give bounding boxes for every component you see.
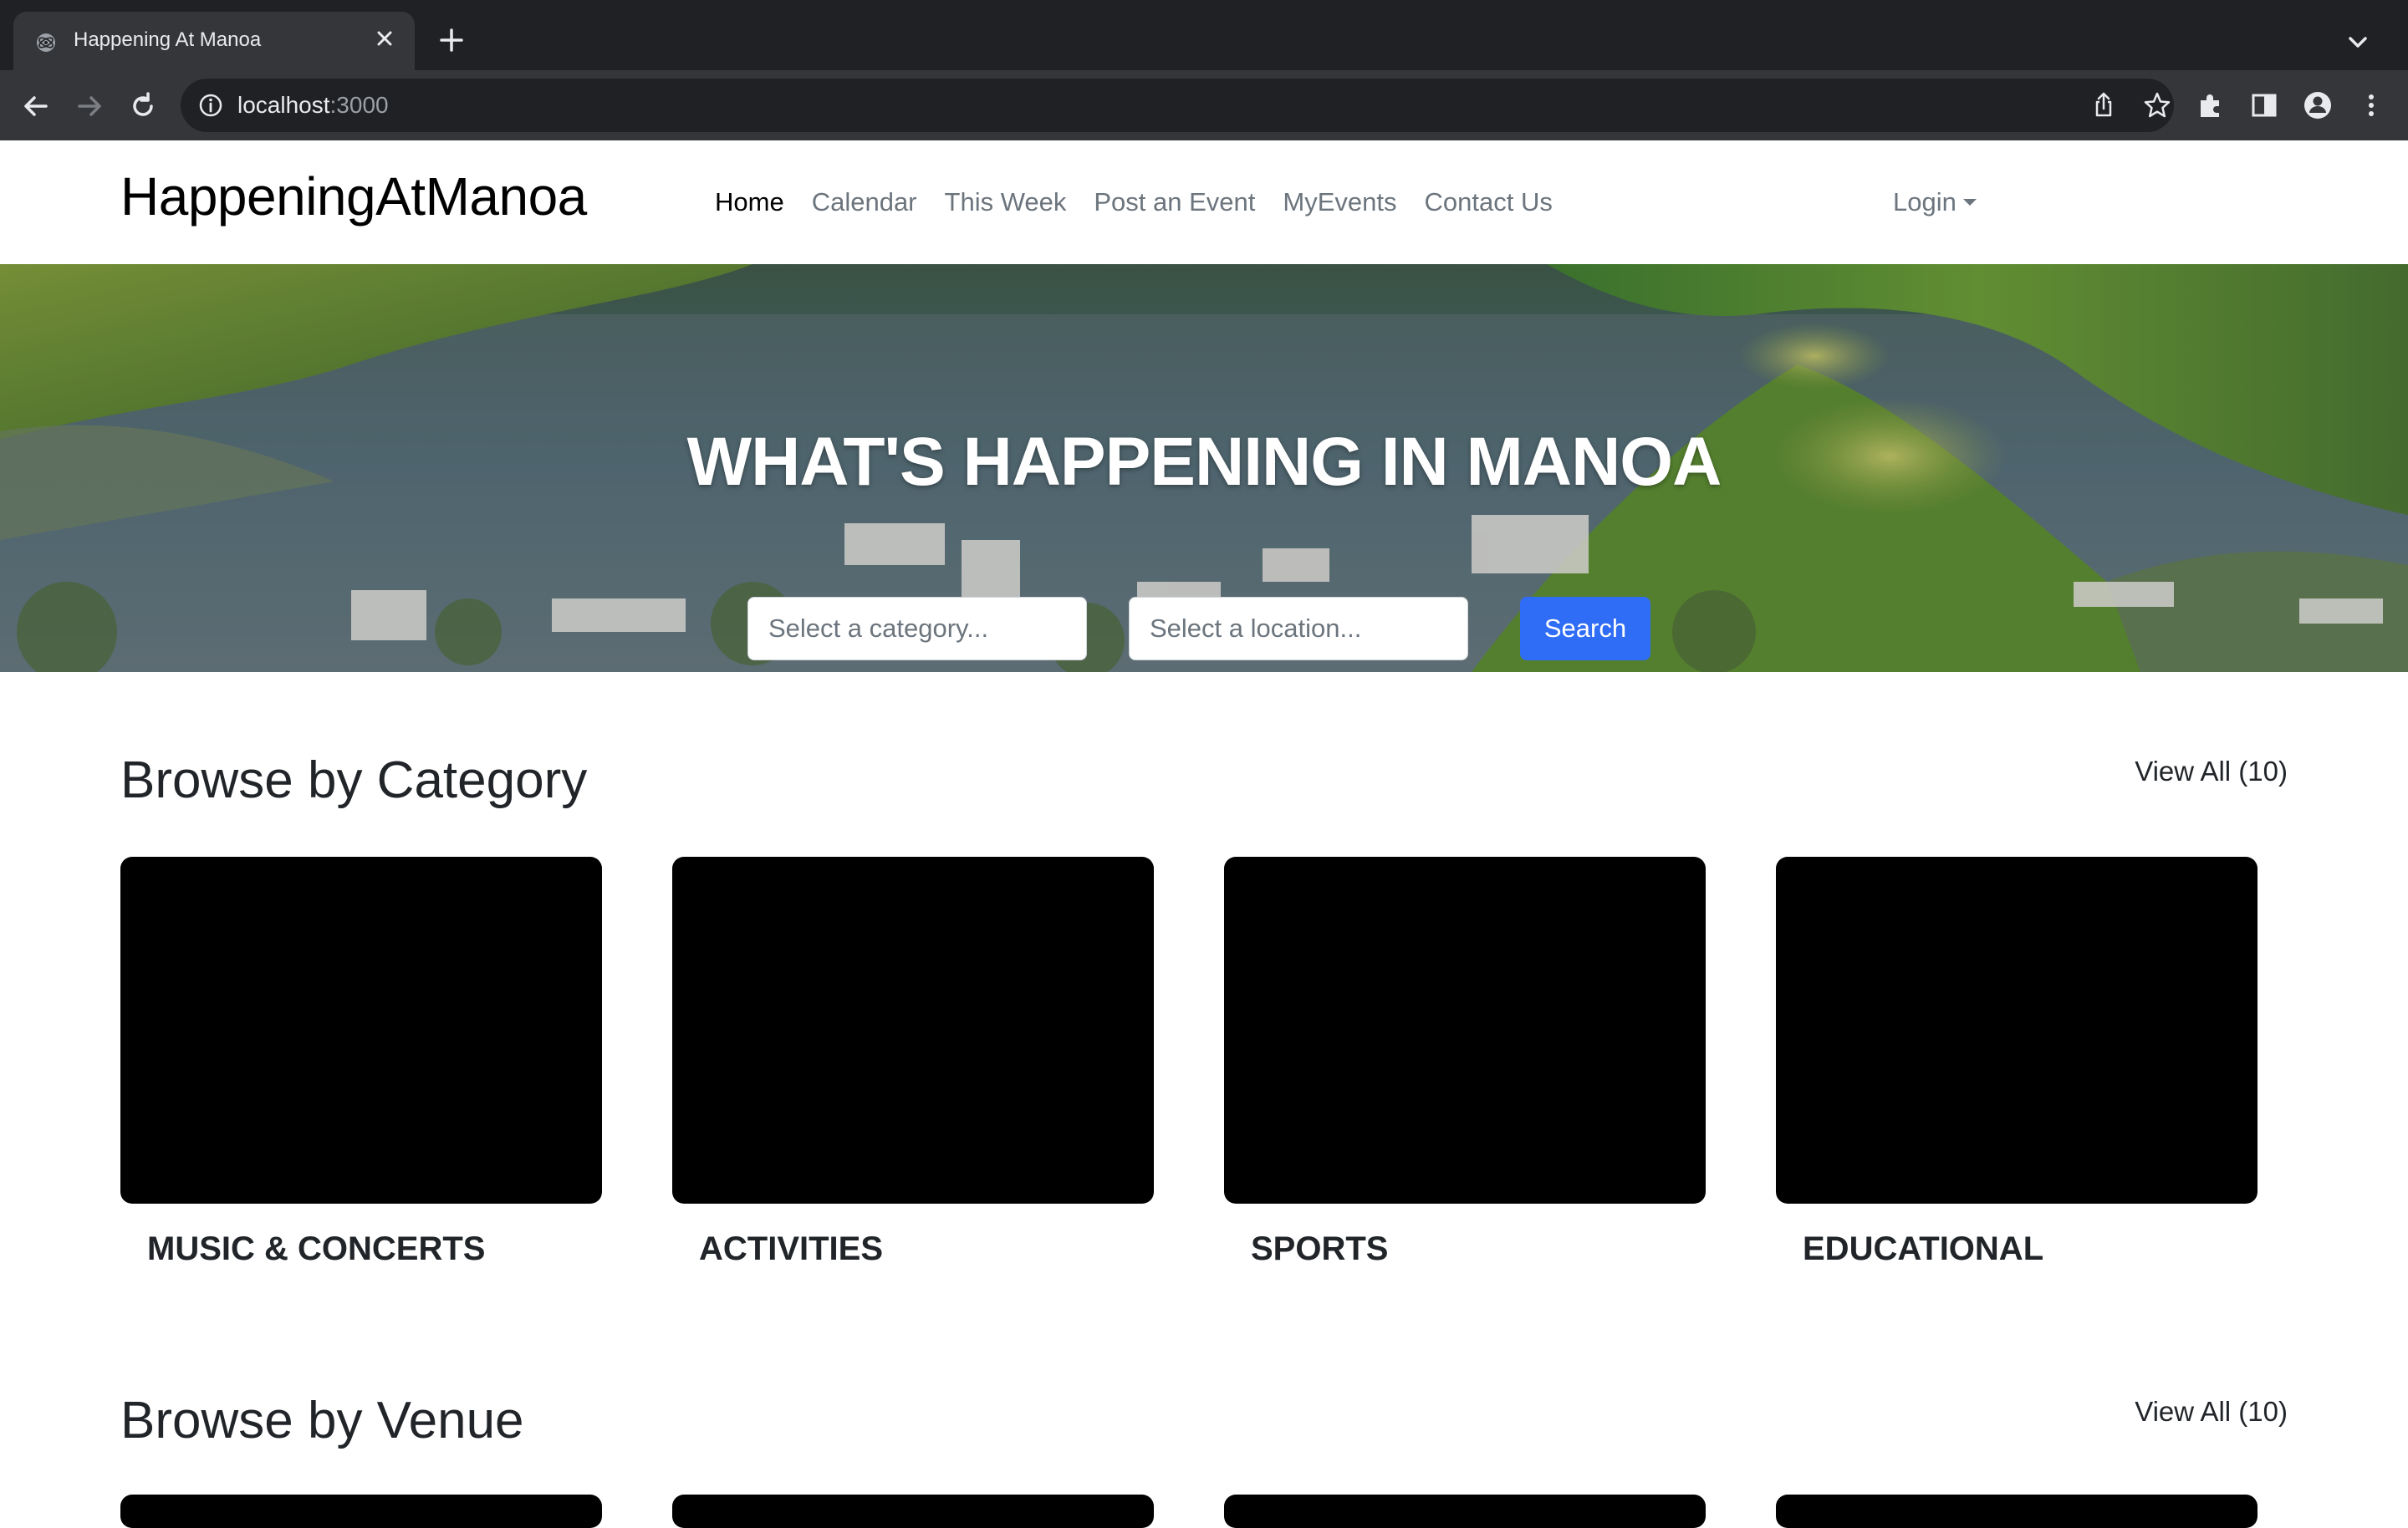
- location-select[interactable]: [1129, 597, 1468, 660]
- venue-card[interactable]: [1776, 1495, 2258, 1528]
- hero-banner: WHAT'S HAPPENING IN MANOA Search: [0, 264, 2408, 672]
- close-tab-icon[interactable]: [370, 23, 400, 53]
- nav-link-calendar[interactable]: Calendar: [812, 187, 917, 217]
- back-icon[interactable]: [18, 89, 54, 124]
- nav-link-home[interactable]: Home: [715, 187, 784, 217]
- forward-icon[interactable]: [72, 89, 107, 124]
- nav-links: Home Calendar This Week Post an Event My…: [715, 187, 1553, 217]
- category-label-music[interactable]: MUSIC & CONCERTS: [147, 1230, 485, 1268]
- category-section-title: Browse by Category: [120, 751, 588, 809]
- nav-link-contact-us[interactable]: Contact Us: [1425, 187, 1553, 217]
- category-select[interactable]: [747, 597, 1087, 660]
- bookmark-star-icon[interactable]: [2142, 90, 2172, 120]
- share-icon[interactable]: [2089, 90, 2119, 120]
- venue-card[interactable]: [1224, 1495, 1706, 1528]
- site-info-icon[interactable]: [197, 92, 224, 119]
- chevron-down-icon[interactable]: [2341, 25, 2375, 59]
- category-card-educational[interactable]: [1776, 857, 2258, 1204]
- address-bar[interactable]: localhost:3000: [181, 79, 2174, 132]
- nav-link-post-event[interactable]: Post an Event: [1094, 187, 1255, 217]
- browser-tab-strip: Happening At Manoa: [0, 0, 2408, 70]
- venue-section-title: Browse by Venue: [120, 1392, 524, 1449]
- search-button[interactable]: Search: [1520, 597, 1650, 660]
- react-favicon-icon: [37, 33, 55, 52]
- site-navbar: HappeningAtManoa Home Calendar This Week…: [0, 140, 2408, 264]
- side-panel-icon[interactable]: [2247, 89, 2281, 122]
- more-menu-icon[interactable]: [2354, 89, 2388, 122]
- profile-avatar-icon[interactable]: [2301, 89, 2334, 122]
- tab-title: Happening At Manoa: [74, 28, 262, 51]
- nav-link-this-week[interactable]: This Week: [945, 187, 1067, 217]
- url-port: :3000: [329, 92, 389, 118]
- reload-icon[interactable]: [125, 89, 161, 124]
- login-label: Login: [1893, 187, 1956, 216]
- category-card-activities[interactable]: [672, 857, 1154, 1204]
- brand-logo[interactable]: HappeningAtManoa: [120, 166, 587, 227]
- category-card-sports[interactable]: [1224, 857, 1706, 1204]
- view-all-categories-link[interactable]: View All (10): [2135, 756, 2288, 787]
- browser-toolbar: localhost:3000: [0, 70, 2408, 140]
- nav-link-my-events[interactable]: MyEvents: [1283, 187, 1396, 217]
- url-text[interactable]: localhost:3000: [237, 92, 389, 119]
- new-tab-icon[interactable]: [435, 23, 468, 57]
- category-label-sports[interactable]: SPORTS: [1251, 1230, 1388, 1268]
- login-dropdown[interactable]: Login: [1893, 187, 1977, 217]
- venue-card[interactable]: [120, 1495, 602, 1528]
- category-label-educational[interactable]: EDUCATIONAL: [1803, 1230, 2043, 1268]
- browser-tab[interactable]: Happening At Manoa: [13, 12, 415, 70]
- hero-title: WHAT'S HAPPENING IN MANOA: [686, 424, 1722, 500]
- category-label-activities[interactable]: ACTIVITIES: [699, 1230, 883, 1268]
- url-host: localhost: [237, 92, 330, 118]
- view-all-venues-link[interactable]: View All (10): [2135, 1396, 2288, 1428]
- venue-card[interactable]: [672, 1495, 1154, 1528]
- category-card-music[interactable]: [120, 857, 602, 1204]
- extensions-puzzle-icon[interactable]: [2194, 89, 2227, 122]
- caret-down-icon: [1962, 199, 1977, 206]
